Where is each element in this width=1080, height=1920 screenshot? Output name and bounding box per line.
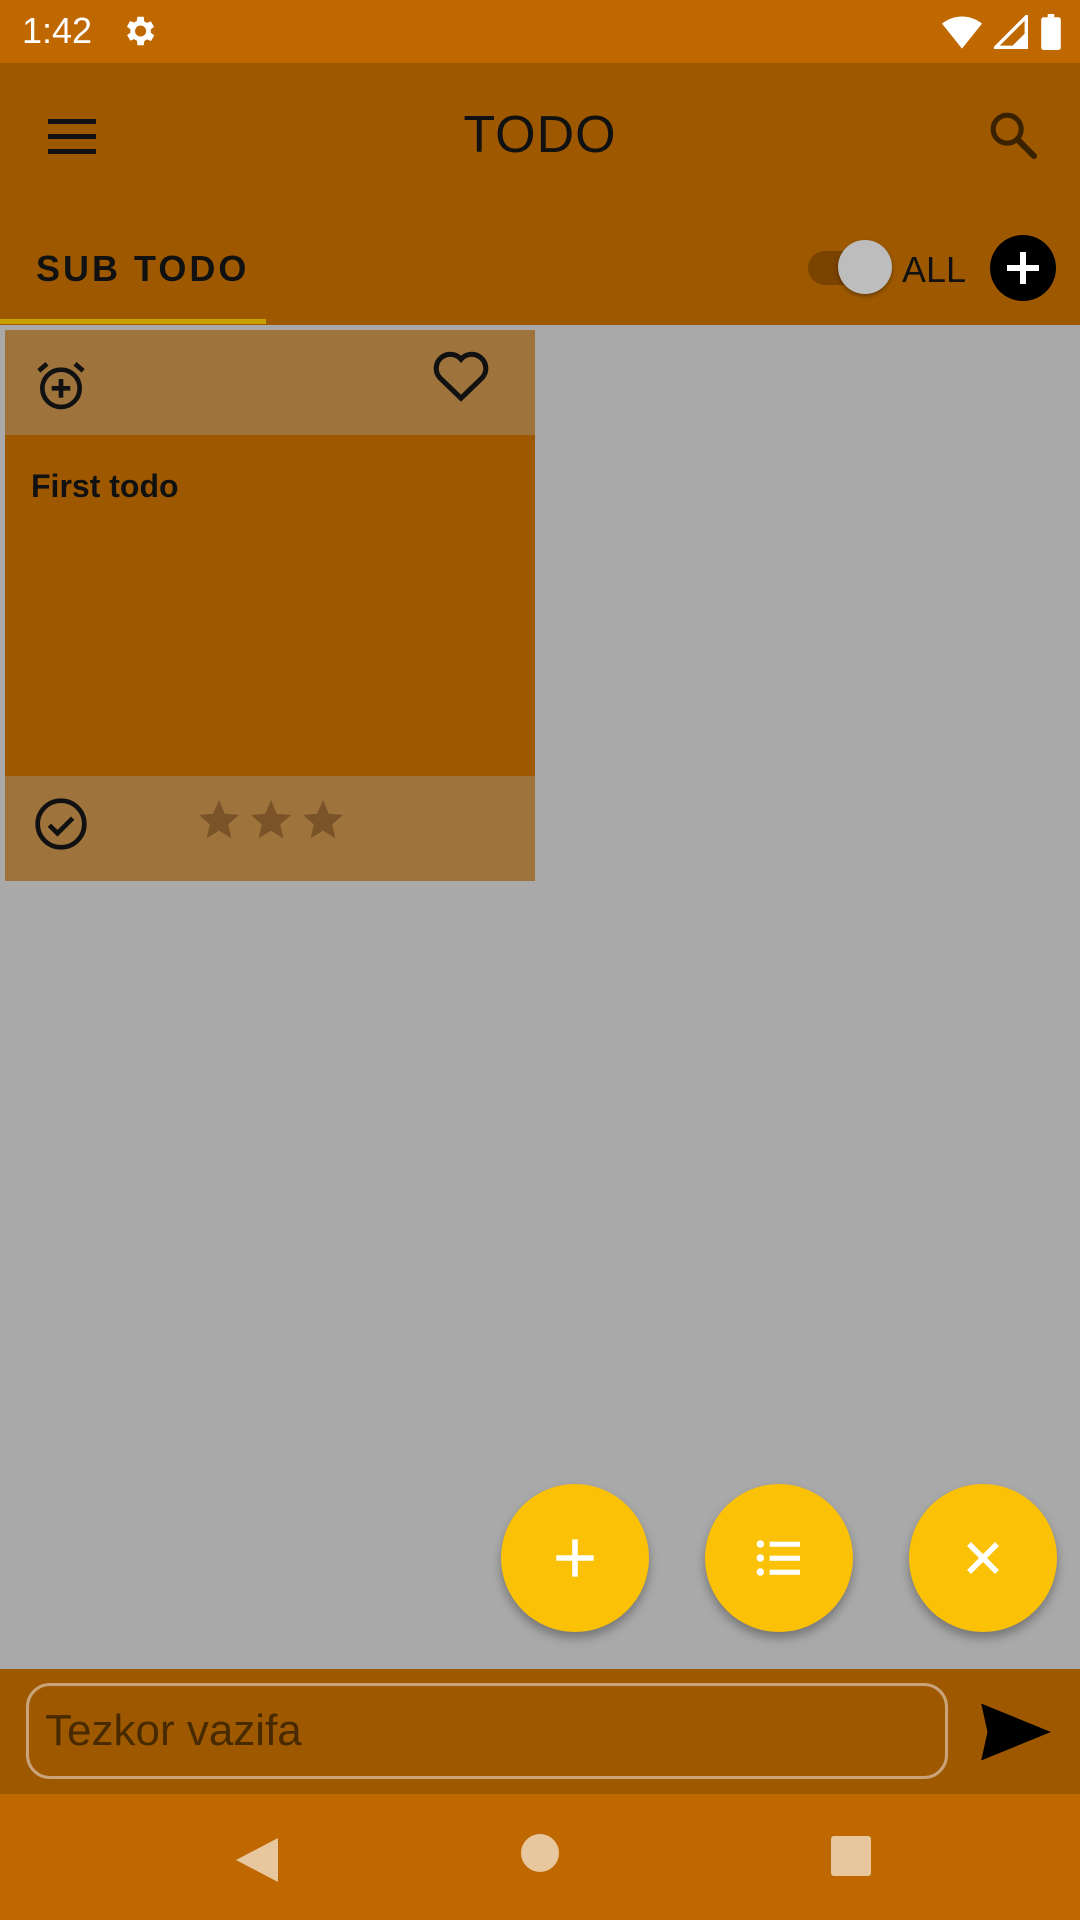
card-footer	[5, 776, 535, 881]
quick-task-bar	[0, 1669, 1080, 1794]
card-header	[5, 330, 535, 435]
toggle-thumb	[838, 240, 892, 294]
app-bar: TODO SUB TODO ALL	[0, 63, 1080, 325]
list-icon	[756, 1540, 800, 1576]
star-icon[interactable]	[299, 796, 347, 844]
card-title: First todo	[31, 468, 179, 504]
plus-icon	[556, 1539, 594, 1577]
page-title: TODO	[463, 106, 617, 164]
back-icon[interactable]	[234, 1836, 280, 1884]
add-todo-fab[interactable]	[501, 1484, 649, 1632]
rating[interactable]	[195, 796, 347, 844]
add-circle-icon[interactable]	[990, 235, 1056, 301]
star-icon[interactable]	[195, 796, 243, 844]
search-icon[interactable]	[985, 107, 1041, 163]
gear-icon	[126, 16, 155, 46]
star-icon[interactable]	[247, 796, 295, 844]
all-toggle[interactable]	[808, 240, 894, 294]
quick-task-input[interactable]	[26, 1683, 948, 1779]
status-time: 1:42	[22, 10, 93, 51]
list-fab[interactable]	[705, 1484, 853, 1632]
signal-icon	[994, 15, 1028, 49]
heart-icon[interactable]	[430, 346, 492, 402]
recents-icon[interactable]	[831, 1836, 871, 1876]
send-icon[interactable]	[978, 1699, 1054, 1765]
check-circle-icon[interactable]	[33, 796, 89, 852]
battery-icon	[1041, 14, 1061, 50]
home-icon[interactable]	[521, 1834, 559, 1872]
toggle-label: ALL	[902, 249, 967, 290]
todo-card[interactable]: First todo	[5, 330, 535, 881]
tab-sub-todo[interactable]: SUB TODO	[36, 248, 249, 290]
alarm-add-icon[interactable]	[33, 358, 89, 414]
system-nav-bar	[0, 1794, 1080, 1920]
close-fab[interactable]	[909, 1484, 1057, 1632]
tab-indicator	[0, 319, 266, 324]
status-icons	[942, 12, 1062, 52]
close-icon	[967, 1542, 999, 1574]
wifi-icon	[942, 16, 982, 49]
status-bar: 1:42	[0, 0, 1080, 63]
